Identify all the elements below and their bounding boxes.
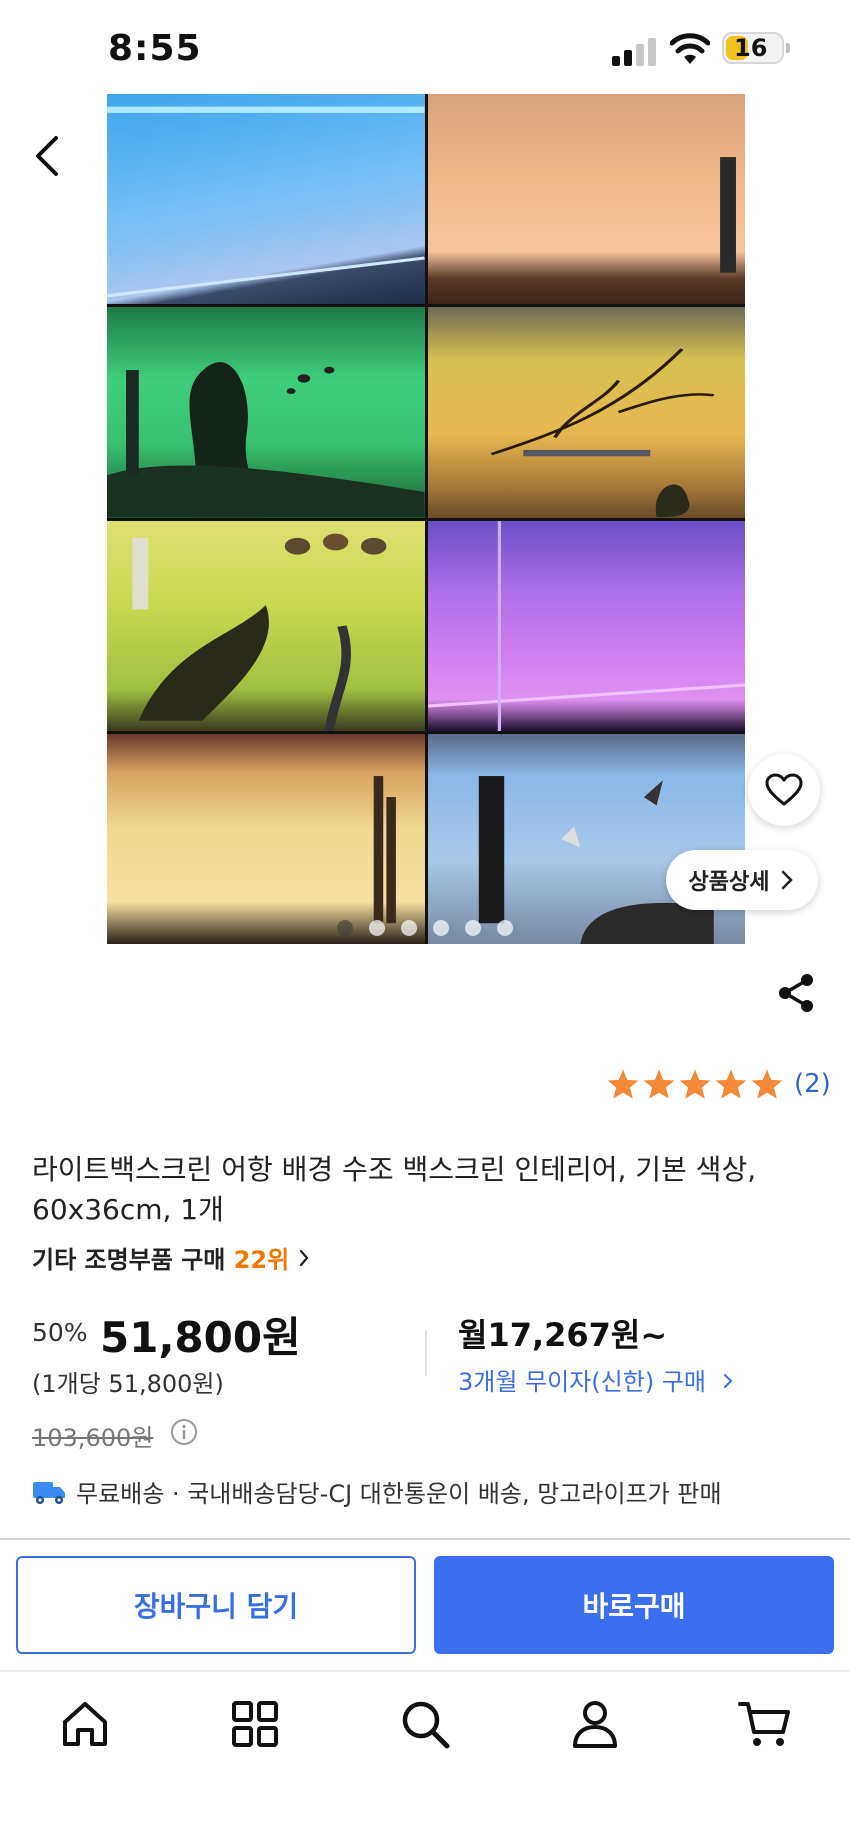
pagination-dot[interactable] [369, 920, 385, 936]
monthly-price: 월17,267원~ [458, 1316, 668, 1354]
wishlist-button[interactable] [748, 754, 820, 826]
chevron-right-icon [299, 1249, 309, 1267]
review-count[interactable]: (2) [794, 1069, 831, 1099]
gallery-tile-orange [427, 94, 745, 305]
pagination-dot[interactable] [497, 920, 513, 936]
person-icon[interactable] [567, 1696, 623, 1752]
heart-icon [765, 773, 803, 806]
product-detail-button[interactable]: 상품상세 [666, 850, 818, 910]
product-image-gallery[interactable] [107, 94, 745, 944]
gallery-tile-green [107, 307, 425, 518]
gallery-tile-amber [427, 307, 745, 518]
gallery-tile-purple [427, 520, 745, 731]
gallery-tile-lime [107, 520, 425, 731]
price-divider [425, 1330, 427, 1376]
pagination-dot[interactable] [465, 920, 481, 936]
share-icon[interactable] [775, 972, 817, 1014]
home-icon[interactable] [57, 1696, 113, 1752]
star-icon [643, 1069, 675, 1099]
buy-now-button[interactable]: 바로구매 [434, 1556, 834, 1654]
rank-label: 기타 조명부품 구매 [32, 1246, 226, 1274]
back-arrow-icon[interactable] [30, 132, 66, 180]
star-icon [607, 1069, 639, 1099]
star-icon [715, 1069, 747, 1099]
battery-tip [786, 43, 790, 53]
info-icon[interactable] [170, 1418, 198, 1446]
truck-icon [33, 1481, 65, 1504]
chevron-right-icon [782, 870, 794, 890]
grid-icon[interactable] [227, 1696, 283, 1752]
divider [0, 1538, 850, 1540]
pagination-dot[interactable] [433, 920, 449, 936]
unit-price: (1개당 51,800원) [32, 1370, 224, 1398]
pagination-dot[interactable] [401, 920, 417, 936]
product-detail-label: 상품상세 [688, 870, 770, 895]
installment-link[interactable]: 3개월 무이자(신한) 구매 [458, 1362, 734, 1397]
original-price: 103,600원 [32, 1424, 154, 1452]
gallery-tile-lightblue [427, 733, 745, 944]
discount-rate: 50% [32, 1318, 88, 1347]
add-to-cart-button[interactable]: 장바구니 담기 [16, 1556, 416, 1654]
divider [0, 1670, 850, 1672]
delivery-text: 무료배송 · 국내배송담당-CJ 대한통운이 배송, 망고라이프가 판매 [76, 1480, 722, 1508]
category-rank[interactable]: 기타 조명부품 구매 22위 [32, 1240, 310, 1275]
gallery-tile-blue [107, 94, 425, 305]
battery-icon: 16 [722, 32, 784, 64]
star-icon [751, 1069, 783, 1099]
search-icon[interactable] [397, 1696, 453, 1752]
delivery-info: 무료배송 · 국내배송담당-CJ 대한통운이 배송, 망고라이프가 판매 [32, 1474, 722, 1509]
rank-value: 22위 [233, 1246, 290, 1274]
battery-level: 16 [734, 34, 768, 62]
rating-stars[interactable]: (2) [606, 1068, 831, 1100]
star-icon [679, 1069, 711, 1099]
wifi-icon [670, 33, 710, 64]
cart-icon[interactable] [737, 1696, 793, 1752]
pagination-dot[interactable] [337, 920, 353, 936]
gallery-pagination[interactable] [337, 920, 513, 936]
chevron-right-icon [723, 1374, 733, 1388]
sale-price: 51,800원 [100, 1313, 301, 1362]
status-time: 8:55 [108, 28, 202, 69]
product-title: 라이트백스크린 어항 배경 수조 백스크린 인테리어, 기본 색상, 60x36… [32, 1153, 757, 1226]
gallery-tile-peach [107, 733, 425, 944]
cellular-signal-icon [612, 36, 658, 66]
installment-label: 3개월 무이자(신한) 구매 [458, 1368, 706, 1396]
